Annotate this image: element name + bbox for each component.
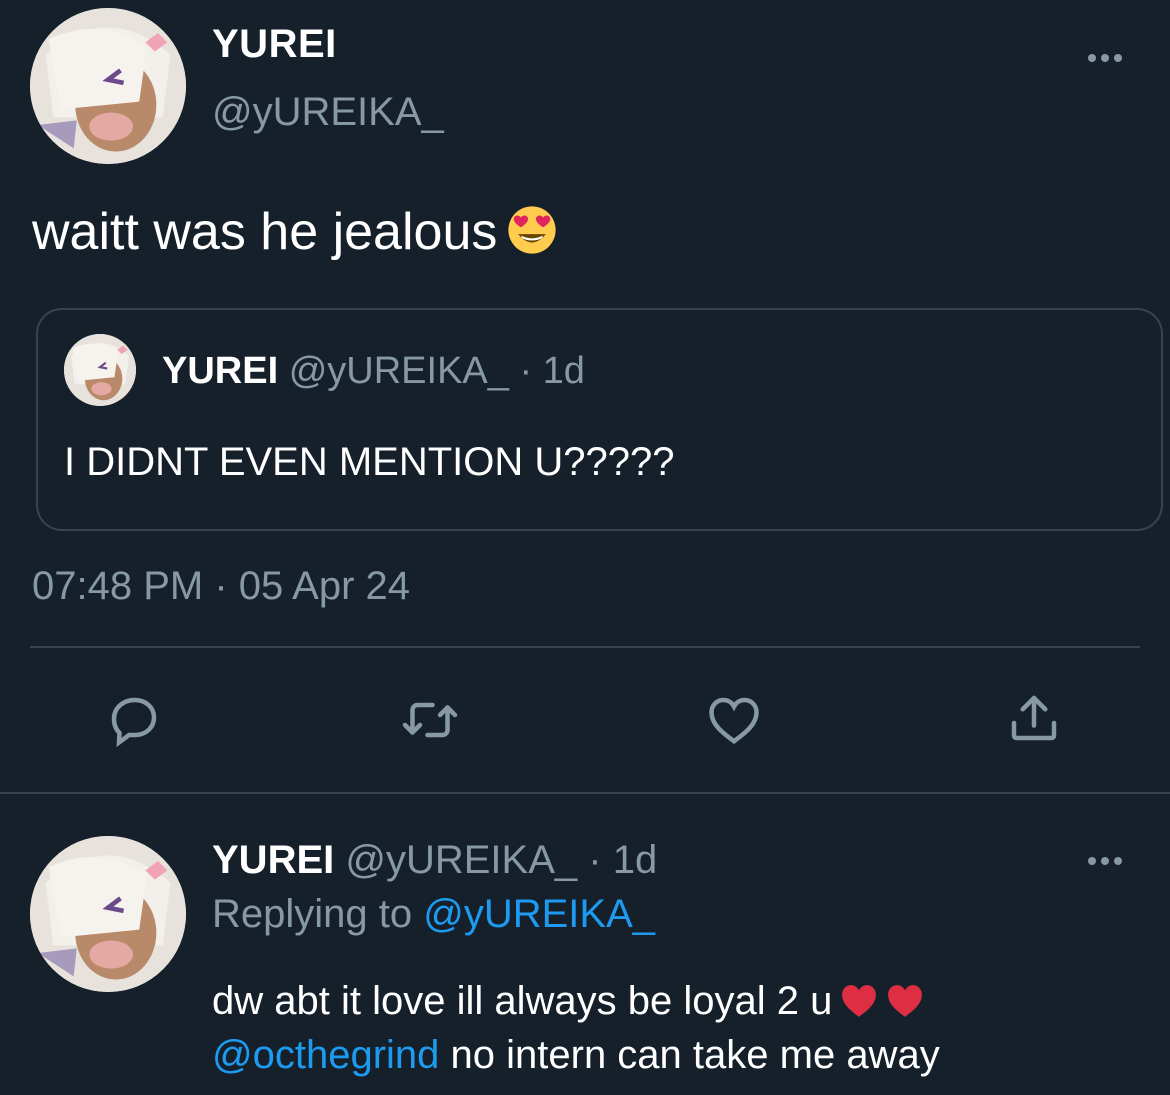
reply-text-line1: dw abt it love ill always be loyal 2 u (212, 979, 833, 1023)
replying-to-handle-link[interactable]: @yUREIKA_ (423, 892, 655, 936)
reply-text-line2: no intern can take me away (450, 1033, 940, 1077)
more-options-icon[interactable] (1088, 857, 1122, 865)
avatar[interactable] (30, 8, 186, 164)
avatar-image (64, 334, 136, 406)
heart-eyes-emoji-icon (508, 206, 556, 254)
quoted-avatar[interactable] (64, 334, 136, 406)
tweet-thread-page: YUREI @yUREIKA_ waitt was he jealous YUR… (0, 0, 1170, 1095)
reply-header: YUREI @yUREIKA_ · 1d (212, 838, 657, 883)
avatar-image (30, 836, 186, 992)
avatar-image (30, 8, 186, 164)
quoted-handle-meta: @yUREIKA_ · 1d (288, 350, 585, 392)
reply-tweet-text: dw abt it love ill always be loyal 2 u @… (212, 974, 1152, 1082)
red-heart-emoji-icon (888, 985, 923, 1017)
tweet-timestamp[interactable]: 07:48 PM · 05 Apr 24 (32, 564, 410, 609)
retweet-icon[interactable] (400, 690, 460, 750)
replying-to-label: Replying to (212, 892, 413, 936)
tweet-text: waitt was he jealous (32, 202, 557, 262)
replying-to-line: Replying to @yUREIKA_ (212, 892, 655, 937)
divider (0, 792, 1170, 794)
quoted-tweet-card[interactable]: YUREI @yUREIKA_ · 1d I DIDNT EVEN MENTIO… (36, 308, 1163, 531)
mention-link[interactable]: @octhegrind (212, 1033, 439, 1077)
reply-handle-meta[interactable]: @yUREIKA_ · 1d (345, 838, 657, 882)
more-options-icon[interactable] (1088, 54, 1122, 62)
reply-icon[interactable] (104, 690, 164, 750)
red-heart-emoji-icon (842, 985, 877, 1017)
quoted-tweet-header: YUREI @yUREIKA_ · 1d (162, 350, 585, 393)
quoted-display-name: YUREI (162, 350, 279, 392)
reply-display-name[interactable]: YUREI (212, 838, 334, 882)
quoted-tweet-text: I DIDNT EVEN MENTION U????? (64, 440, 675, 484)
reply-avatar[interactable] (30, 836, 186, 992)
tweet-text-content: waitt was he jealous (32, 203, 498, 261)
display-name[interactable]: YUREI (212, 22, 337, 67)
share-icon[interactable] (1004, 688, 1064, 748)
user-handle[interactable]: @yUREIKA_ (212, 90, 444, 135)
like-icon[interactable] (704, 690, 764, 750)
divider (30, 646, 1140, 648)
